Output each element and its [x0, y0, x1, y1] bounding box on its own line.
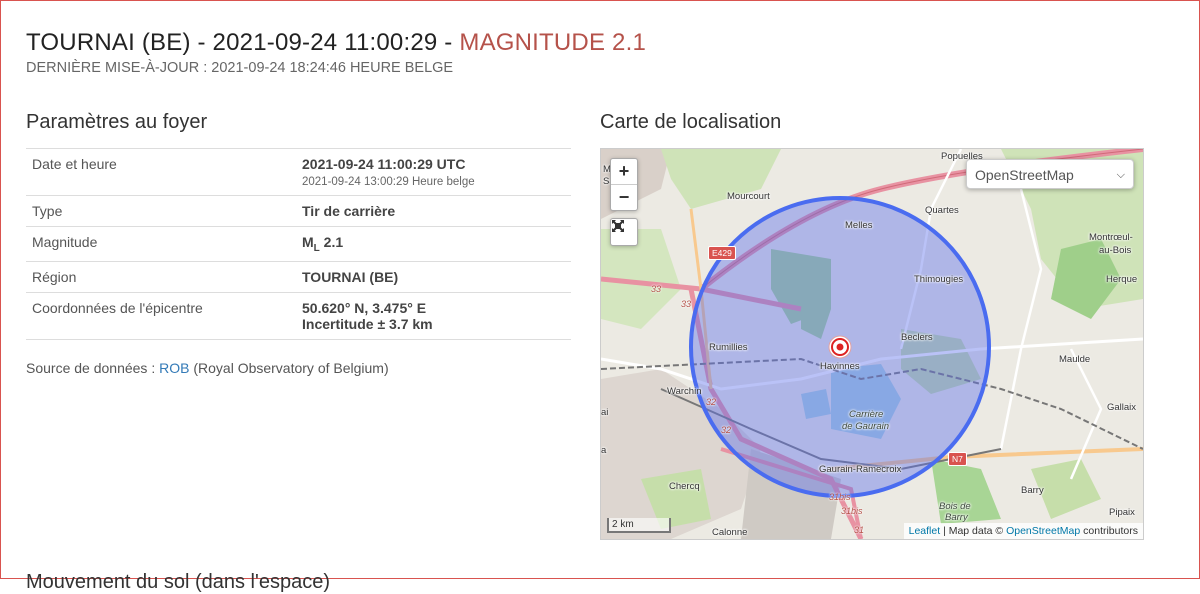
- place-label: Gallaix: [1107, 402, 1137, 413]
- parameters-heading: Paramètres au foyer: [26, 111, 208, 133]
- row-value: ML 2.1: [296, 226, 571, 262]
- place-label: Barry: [1021, 485, 1044, 496]
- magnitude-symbol: M: [302, 234, 314, 250]
- road-label: 32: [706, 397, 717, 407]
- leaflet-link[interactable]: Leaflet: [909, 525, 941, 537]
- road-shield: N7: [948, 452, 967, 466]
- attribution-text: | Map data ©: [940, 525, 1007, 537]
- place-label: Quartes: [925, 205, 959, 216]
- place-label: a: [601, 445, 607, 456]
- row-key: Coordonnées de l'épicentre: [26, 291, 296, 340]
- event-title: TOURNAI (BE) - 2021-09-24 11:00:29 - MAG…: [26, 29, 646, 57]
- place-label: au-Bois: [1099, 245, 1132, 256]
- place-label: Warchin: [667, 386, 702, 397]
- place-label: Montrœul-: [1089, 232, 1133, 243]
- event-title-text: TOURNAI (BE) - 2021-09-24 11:00:29 -: [26, 29, 460, 56]
- parameters-table: Date et heure 2021-09-24 11:00:29 UTC 20…: [26, 148, 571, 340]
- place-label: Thimougies: [914, 274, 964, 285]
- place-label: de Gaurain: [842, 421, 890, 432]
- chevron-down-icon: ⌵: [1116, 169, 1125, 181]
- page-header: TOURNAI (BE) - 2021-09-24 11:00:29 - MAG…: [26, 29, 646, 76]
- location-map[interactable]: Popuelles Mourcourt Melles Quartes Montr…: [600, 148, 1144, 540]
- place-label: Barry: [945, 512, 968, 523]
- row-key: Région: [26, 260, 296, 293]
- source-suffix: (Royal Observatory of Belgium): [189, 359, 389, 376]
- last-update: DERNIÈRE MISE-À-JOUR : 2021-09-24 18:24:…: [26, 60, 454, 76]
- parameters-section: Paramètres au foyer Date et heure 2021-0…: [26, 111, 571, 376]
- road-label: 31bis: [829, 492, 851, 502]
- table-row: Date et heure 2021-09-24 11:00:29 UTC 20…: [26, 148, 571, 196]
- road-label: 31bis: [841, 506, 863, 516]
- place-label: Mourcourt: [727, 191, 770, 202]
- zoom-control: + −: [610, 158, 638, 211]
- datetime-utc: 2021-09-24 11:00:29 UTC: [302, 156, 466, 172]
- row-value: Tir de carrière: [296, 195, 571, 227]
- row-key: Magnitude: [26, 226, 296, 262]
- place-label: Bois de: [939, 501, 971, 512]
- place-label: Havinnes: [820, 361, 860, 372]
- place-label: Pipaix: [1109, 507, 1135, 518]
- place-label: Maulde: [1059, 354, 1091, 365]
- map-scale: 2 km: [607, 518, 671, 533]
- fullscreen-icon: [612, 220, 624, 232]
- road-label: 33: [651, 284, 662, 294]
- rob-link[interactable]: ROB: [159, 360, 189, 376]
- fullscreen-button[interactable]: [610, 218, 638, 246]
- table-row: Type Tir de carrière: [26, 195, 571, 227]
- road-shield: E429: [708, 246, 736, 260]
- road-label: 32: [721, 425, 732, 435]
- table-row: Région TOURNAI (BE): [26, 260, 571, 293]
- next-section-heading: Mouvement du sol (dans l'espace): [26, 571, 330, 593]
- place-label: Calonne: [712, 527, 748, 538]
- road-label: 33: [681, 299, 692, 309]
- data-source: Source de données : ROB (Royal Observato…: [26, 360, 571, 376]
- osm-link[interactable]: OpenStreetMap: [1006, 525, 1080, 537]
- map-heading: Carte de localisation: [600, 111, 782, 133]
- zoom-out-button[interactable]: −: [611, 184, 637, 210]
- layer-select-value: OpenStreetMap: [975, 167, 1074, 183]
- place-label: Beclers: [901, 332, 933, 343]
- map-section: Carte de localisation Popuelles Mourcour…: [600, 111, 1144, 540]
- row-value: 50.620° N, 3.475° E Incertitude ± 3.7 km: [296, 291, 571, 340]
- layer-select[interactable]: OpenStreetMap ⌵: [966, 159, 1134, 189]
- source-prefix: Source de données :: [26, 359, 160, 376]
- row-key: Type: [26, 195, 296, 227]
- magnitude-value: 2.1: [319, 234, 344, 250]
- place-label: Chercq: [669, 481, 700, 492]
- table-row: Magnitude ML 2.1: [26, 226, 571, 262]
- datetime-local: 2021-09-24 13:00:29 Heure belge: [302, 176, 475, 188]
- magnitude-label: MAGNITUDE 2.1: [459, 29, 647, 56]
- place-label: Carrière: [849, 409, 884, 420]
- row-value: TOURNAI (BE): [296, 260, 571, 293]
- place-label: Melles: [845, 220, 873, 231]
- map-attribution: Leaflet | Map data © OpenStreetMap contr…: [903, 523, 1143, 539]
- road-label: 31: [854, 525, 865, 535]
- epicenter-dot: [836, 343, 844, 351]
- place-label: Rumillies: [709, 342, 748, 353]
- coordinates: 50.620° N, 3.475° E: [302, 299, 427, 316]
- attribution-suffix: contributors: [1080, 525, 1138, 537]
- place-label: Herque: [1106, 274, 1138, 285]
- place-label: ai: [601, 407, 609, 418]
- table-row: Coordonnées de l'épicentre 50.620° N, 3.…: [26, 291, 571, 340]
- row-key: Date et heure: [26, 148, 296, 196]
- uncertainty: Incertitude ± 3.7 km: [302, 315, 433, 332]
- row-value: 2021-09-24 11:00:29 UTC 2021-09-24 13:00…: [296, 148, 571, 196]
- zoom-in-button[interactable]: +: [611, 159, 637, 184]
- place-label: Gaurain-Ramecroix: [819, 464, 902, 475]
